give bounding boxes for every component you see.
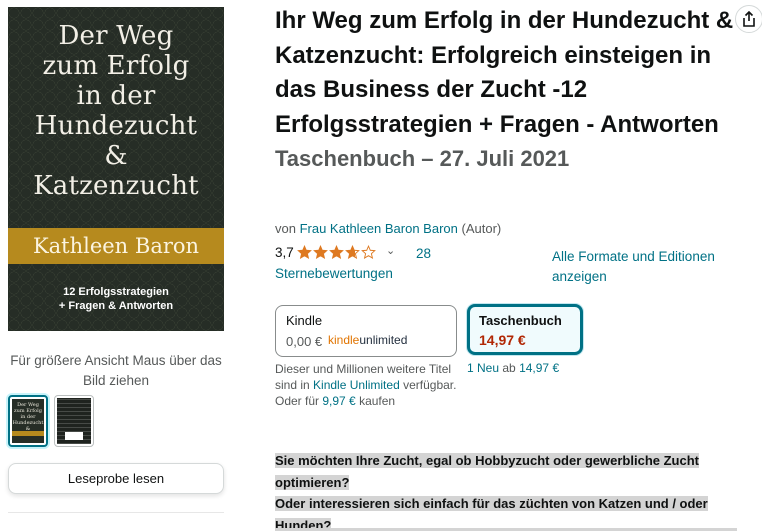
author-role: (Autor) — [461, 221, 502, 236]
product-title: Ihr Weg zum Erfolg in der Hundezucht & K… — [275, 4, 755, 177]
format-kindle[interactable]: Kindle 0,00 € kindleunlimited — [275, 305, 457, 357]
all-formats-link[interactable]: Alle Formate und Editionen anzeigen — [552, 247, 752, 287]
share-button[interactable] — [735, 5, 762, 33]
description-line1: Sie möchten Ihre Zucht, egal ob Hobbyzuc… — [275, 453, 699, 490]
new-offers-price[interactable]: 14,97 € — [519, 361, 559, 375]
byline-prefix: von — [275, 221, 296, 236]
product-format-date: Taschenbuch – 27. Juli 2021 — [275, 146, 570, 171]
product-title-text: Ihr Weg zum Erfolg in der Hundezucht & K… — [275, 7, 734, 138]
book-cover-image[interactable]: Der Weg zum Erfolg in der Hundezucht & K… — [8, 7, 224, 331]
new-offers-link[interactable]: 1 Neu — [467, 361, 499, 375]
rating-value: 3,7 — [275, 245, 294, 260]
kindle-unlimited-note: Dieser und Millionen weitere Titel sind … — [275, 361, 465, 409]
share-icon — [743, 11, 755, 27]
new-offers-ab: ab — [502, 361, 516, 375]
format-paperback[interactable]: Taschenbuch 14,97 € — [467, 304, 583, 355]
ku-logo-part2: unlimited — [359, 333, 408, 347]
ku-logo-part1: kindle — [328, 333, 360, 347]
ku-note-text3: kaufen — [359, 394, 396, 408]
product-description: Sie möchten Ihre Zucht, egal ob Hobbyzuc… — [275, 450, 737, 531]
kindle-unlimited-logo: kindleunlimited — [328, 333, 407, 347]
thumbnail-band — [12, 431, 44, 436]
star-icon — [361, 245, 376, 259]
description-line2: Oder interessieren sich einfach für das … — [275, 496, 708, 531]
star-icon — [297, 245, 312, 259]
rating-count[interactable]: 28 — [416, 244, 431, 264]
cover-title: Der Weg zum Erfolg in der Hundezucht & K… — [33, 21, 199, 201]
chevron-down-icon[interactable]: ⌄ — [386, 244, 395, 257]
left-divider — [8, 512, 224, 513]
rating-count-label[interactable]: Sternebewertungen — [275, 264, 393, 284]
read-sample-button[interactable]: Leseprobe lesen — [8, 463, 224, 494]
kindle-buy-price-link[interactable]: 9,97 € — [322, 394, 355, 408]
cover-author: Kathleen Baron — [32, 234, 200, 258]
kindle-unlimited-link[interactable]: Kindle Unlimited — [313, 378, 400, 392]
star-icon — [345, 245, 360, 259]
thumbnail-back-cover[interactable] — [54, 395, 94, 447]
star-icon — [313, 245, 328, 259]
thumbnail-back-image — [57, 398, 91, 444]
new-offers: 1 Neu ab 14,97 € — [467, 361, 559, 375]
cover-author-band: Kathleen Baron — [8, 228, 224, 264]
format-kindle-price: 0,00 € — [286, 334, 323, 349]
left-cut-text: … — [80, 524, 92, 531]
thumbnail-front-image: Der Weg zum Erfolg in der Hundezucht & K… — [12, 399, 44, 443]
byline: von Frau Kathleen Baron Baron (Autor) — [275, 221, 501, 236]
format-paperback-name: Taschenbuch — [479, 313, 562, 328]
thumbnail-front-cover[interactable]: Der Weg zum Erfolg in der Hundezucht & K… — [8, 395, 48, 447]
format-paperback-price: 14,97 € — [479, 332, 526, 348]
author-link[interactable]: Frau Kathleen Baron Baron — [300, 221, 458, 236]
star-rating[interactable] — [297, 245, 377, 261]
cover-subtitle: 12 Erfolgsstrategien + Fragen & Antworte… — [58, 286, 174, 312]
star-icon — [329, 245, 344, 259]
zoom-hint: Für größere Ansicht Maus über das Bild z… — [10, 353, 222, 388]
format-kindle-name: Kindle — [286, 313, 323, 328]
